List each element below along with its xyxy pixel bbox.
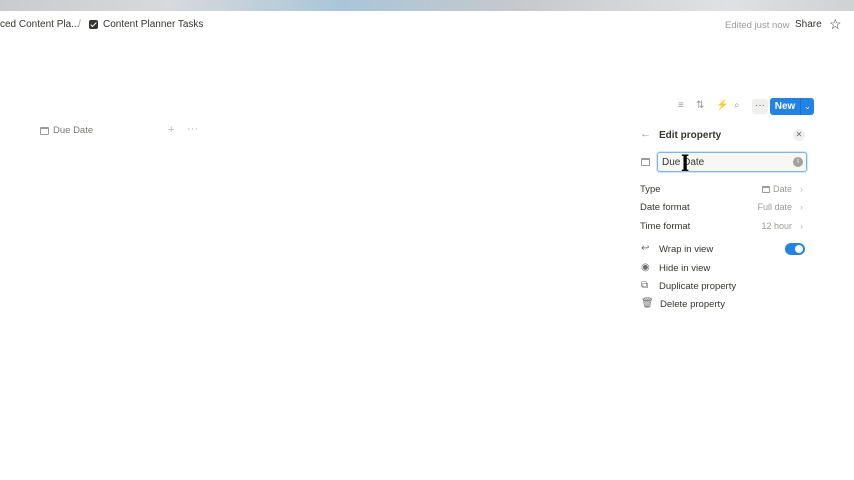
chevron-right-icon: › — [800, 221, 803, 231]
filter-icon[interactable]: ≡ — [678, 100, 684, 111]
date-format-value[interactable]: Full date — [757, 202, 792, 212]
breadcrumb-separator: / — [78, 19, 81, 30]
time-format-value[interactable]: 12 hour — [761, 221, 792, 231]
calendar-icon[interactable] — [641, 158, 650, 166]
edit-property-panel: ← Edit property ✕ i I Type Date › Date f… — [630, 124, 816, 324]
edited-status: Edited just now — [725, 20, 790, 31]
new-button[interactable]: New — [770, 98, 800, 115]
type-label: Type — [640, 184, 661, 195]
automation-icon[interactable]: ⚡ — [716, 100, 728, 111]
star-icon[interactable]: ☆ — [829, 16, 842, 33]
duplicate-property-option[interactable]: Duplicate property — [659, 281, 736, 292]
property-name-input[interactable] — [657, 152, 807, 172]
more-icon[interactable]: ··· — [752, 99, 768, 114]
delete-property-option[interactable]: Delete property — [660, 299, 725, 310]
text-cursor-icon: I — [681, 151, 690, 177]
time-format-label: Time format — [640, 221, 691, 232]
hide-in-view-option[interactable]: Hide in view — [659, 263, 710, 274]
date-format-label: Date format — [640, 202, 690, 213]
sort-icon[interactable]: ⇅ — [696, 100, 704, 111]
chevron-right-icon: › — [800, 184, 803, 194]
trash-icon: 🗑 — [641, 298, 654, 309]
wrap-in-view-option[interactable]: Wrap in view — [659, 244, 713, 255]
share-button[interactable]: Share — [795, 19, 822, 30]
search-icon[interactable]: ⌕ — [734, 100, 740, 111]
column-label: Due Date — [53, 125, 94, 136]
top-bar: ced Content Pla... / Content Planner Tas… — [0, 14, 854, 38]
panel-title: Edit property — [659, 130, 722, 141]
wrap-toggle[interactable] — [785, 243, 805, 255]
window-top-strip — [0, 0, 854, 11]
breadcrumb-current[interactable]: Content Planner Tasks — [103, 19, 203, 30]
calendar-icon — [761, 186, 770, 193]
column-more-icon[interactable]: ··· — [187, 123, 198, 135]
duplicate-icon: ⧉ — [641, 280, 649, 291]
type-value-text: Date — [772, 184, 792, 194]
checkbox-page-icon — [89, 20, 98, 29]
wrap-icon: ↩ — [641, 243, 650, 254]
eye-icon: ◉ — [641, 262, 650, 273]
add-column-icon[interactable]: + — [168, 124, 174, 136]
breadcrumb-parent[interactable]: ced Content Pla... — [0, 19, 80, 30]
close-icon[interactable]: ✕ — [793, 129, 805, 141]
info-icon[interactable]: i — [793, 157, 803, 167]
back-arrow-icon[interactable]: ← — [640, 128, 651, 140]
type-value[interactable]: Date — [761, 184, 792, 194]
chevron-down-icon[interactable]: ⌄ — [800, 98, 814, 115]
calendar-icon — [40, 127, 49, 135]
chevron-right-icon: › — [800, 202, 803, 212]
